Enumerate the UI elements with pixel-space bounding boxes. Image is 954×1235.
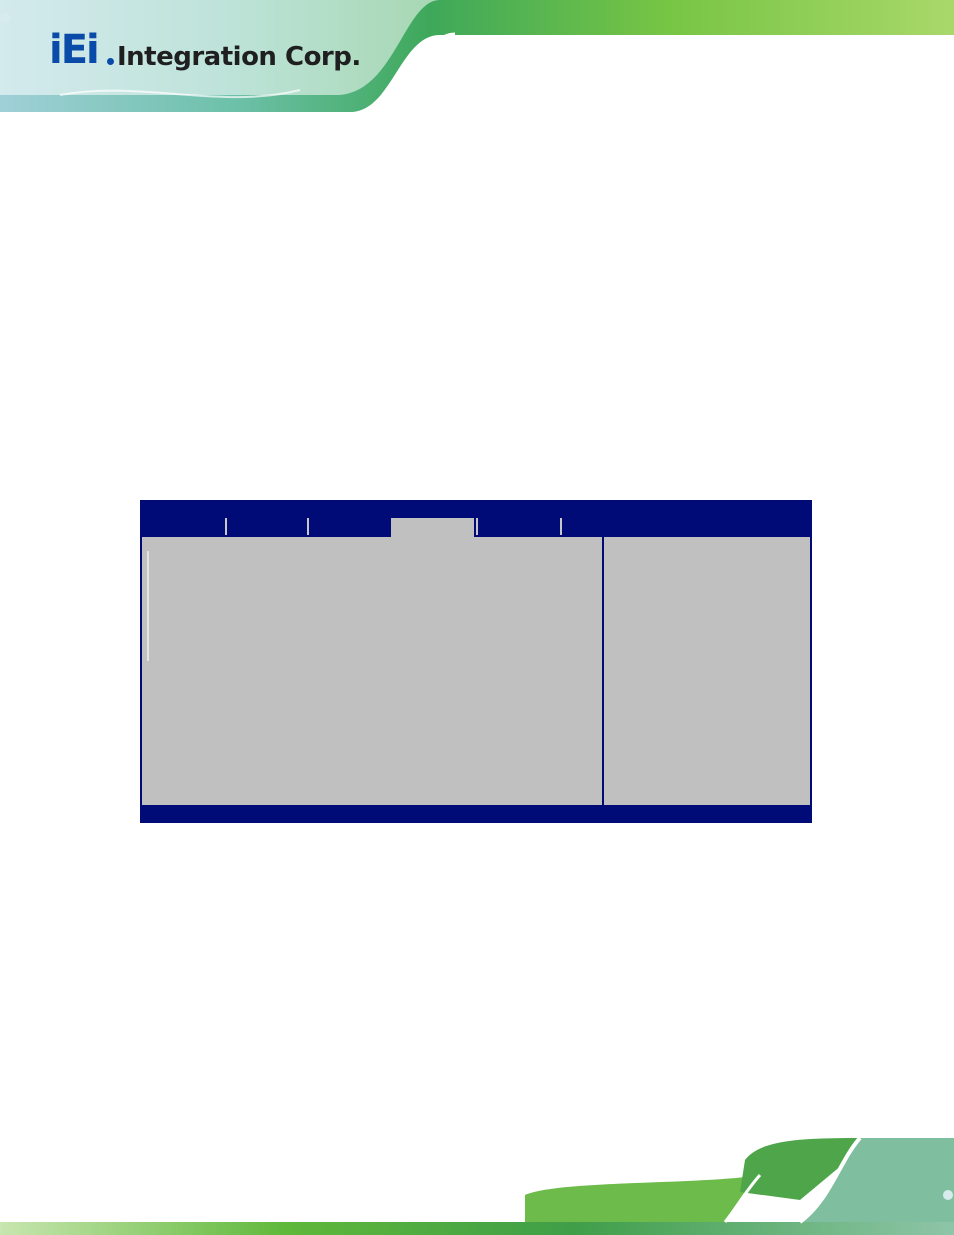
page-header-banner: iEi Integration Corp.: [0, 0, 954, 115]
company-logo-mark: iEi: [49, 27, 100, 73]
tab-active[interactable]: [391, 518, 474, 537]
tab-separator: [307, 518, 309, 535]
registered-dot: [107, 58, 114, 65]
footer-banner-graphic: [0, 1136, 954, 1235]
bios-options-panel: [142, 537, 602, 805]
bios-status-bar: [140, 805, 812, 823]
tab-separator: [560, 518, 562, 535]
bios-menu-bar: [140, 500, 812, 537]
bios-setup-screen: [140, 500, 812, 823]
panel-rule: [147, 551, 149, 661]
bios-help-panel: [604, 537, 810, 805]
tab-separator: [476, 518, 478, 535]
company-logo-text: Integration Corp.: [117, 42, 361, 72]
page-footer-banner: [0, 1130, 954, 1235]
tab-separator: [225, 518, 227, 535]
